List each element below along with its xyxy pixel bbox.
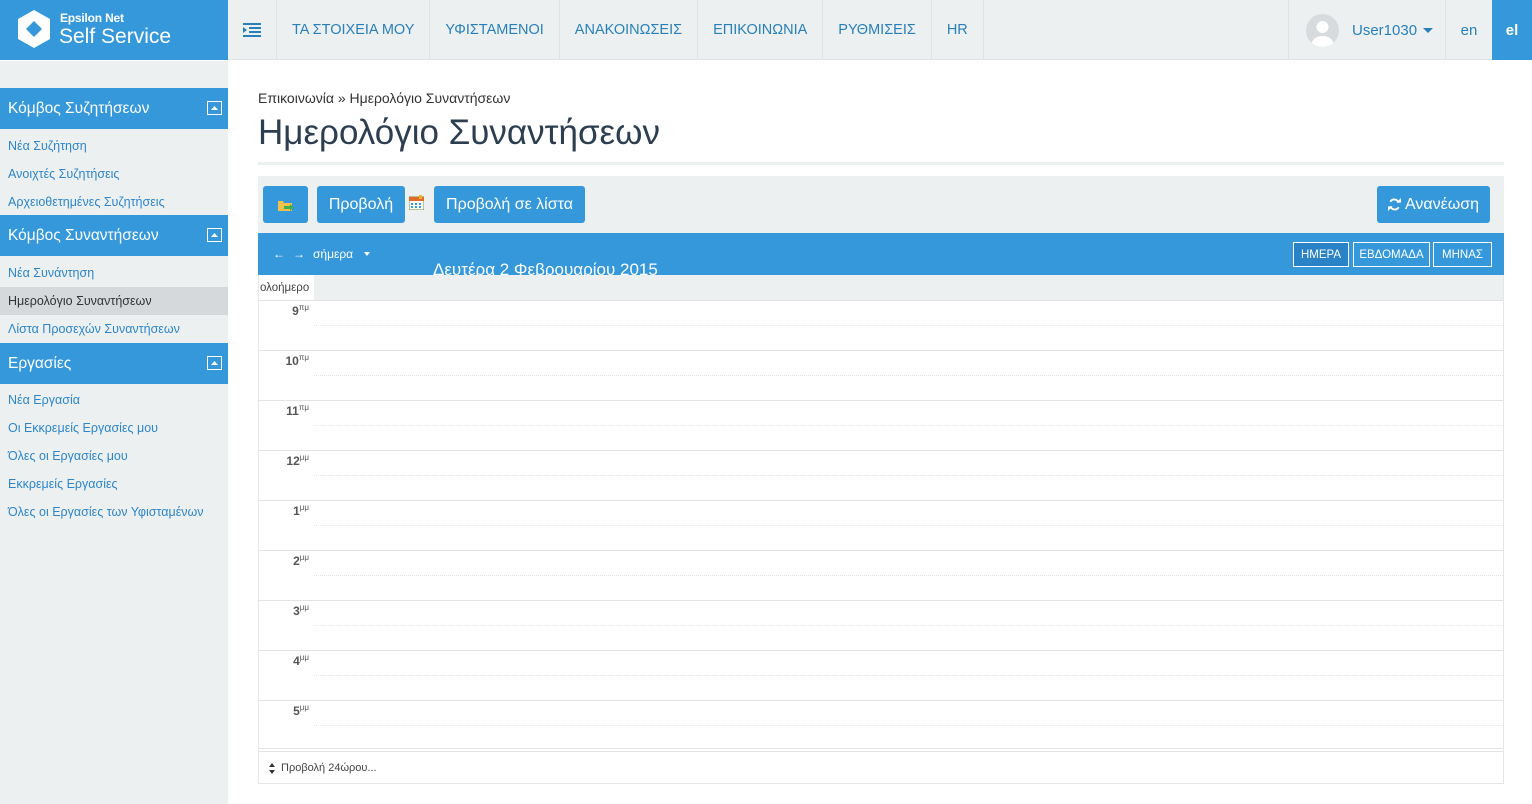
collapse-icon[interactable] xyxy=(207,101,222,115)
hour-label: 5μμ xyxy=(293,703,309,718)
avatar xyxy=(1306,13,1339,47)
language-en-button[interactable]: en xyxy=(1445,0,1492,60)
sidebar-item-new-task[interactable]: Νέα Εργασία xyxy=(0,386,228,414)
calendar-day-grid: ολοήμερο 9πμ 10πμ 11πμ 12μμ 1μμ 2μμ 3μμ … xyxy=(258,275,1504,784)
sidebar-section-title: Κόμβος Συζητήσεων xyxy=(8,99,150,117)
sidebar-item-my-pending-tasks[interactable]: Οι Εκκρεμείς Εργασίες μου xyxy=(0,414,228,442)
sidebar-item-meeting-calendar[interactable]: Ημερολόγιο Συναντήσεων xyxy=(0,287,228,315)
view-month-button[interactable]: ΜΗΝΑΣ xyxy=(1433,242,1492,267)
sidebar-item-open-discussions[interactable]: Ανοιχτές Συζητήσεις xyxy=(0,160,228,188)
calendar-icon[interactable] xyxy=(409,195,424,210)
sidebar-section-tasks[interactable]: Εργασίες xyxy=(0,343,228,384)
refresh-button[interactable]: Ανανέωση xyxy=(1377,186,1490,223)
next-arrow-icon[interactable]: → xyxy=(293,247,305,261)
hour-slot[interactable]: 12μμ xyxy=(259,450,1503,500)
user-silhouette-icon xyxy=(1311,20,1334,47)
list-view-button[interactable]: Προβολή σε λίστα xyxy=(434,186,585,223)
collapse-icon[interactable] xyxy=(207,228,222,242)
calendar-toolbar: Προβολή Προβολή σε λίστα Ανανέωση xyxy=(258,176,1504,233)
sort-arrows-icon xyxy=(269,762,275,774)
view-day-button[interactable]: ΗΜΕΡΑ xyxy=(1293,242,1349,267)
grid-bottom-border xyxy=(259,751,1503,752)
hour-label: 12μμ xyxy=(286,453,309,468)
sidebar: Κόμβος Συζητήσεων Νέα Συζήτηση Ανοιχτές … xyxy=(0,61,228,804)
sidebar-section-title: Εργασίες xyxy=(8,354,72,372)
prev-arrow-icon[interactable]: ← xyxy=(273,247,285,261)
nav-my-details[interactable]: ΤΑ ΣΤΟΙΧΕΙΑ ΜΟΥ xyxy=(276,0,429,60)
hour-label: 11πμ xyxy=(286,403,309,418)
nav-subordinates[interactable]: ΥΦΙΣΤΑΜΕΝΟΙ xyxy=(429,0,558,60)
user-menu[interactable]: User1030 xyxy=(1288,0,1445,60)
view-24h-toggle[interactable]: Προβολή 24ώρου... xyxy=(269,762,377,774)
refresh-icon xyxy=(1387,198,1401,211)
refresh-label: Ανανέωση xyxy=(1404,195,1480,213)
view-button[interactable]: Προβολή xyxy=(317,186,405,223)
page-title: Ημερολόγιο Συναντήσεων xyxy=(258,113,660,152)
sidebar-item-pending-tasks[interactable]: Εκκρεμείς Εργασίες xyxy=(0,470,228,498)
hour-slot[interactable]: 9πμ xyxy=(259,300,1503,350)
hour-slot[interactable]: 3μμ xyxy=(259,600,1503,650)
sidebar-item-upcoming-meetings[interactable]: Λίστα Προσεχών Συναντήσεων xyxy=(0,315,228,343)
chevron-down-icon xyxy=(1423,27,1434,33)
sidebar-item-new-meeting[interactable]: Νέα Συνάντηση xyxy=(0,259,228,287)
grid-bottom-border xyxy=(259,748,1503,749)
export-button[interactable] xyxy=(263,186,308,223)
today-button[interactable]: σήμερα xyxy=(313,247,353,261)
today-dropdown-icon[interactable] xyxy=(364,252,370,256)
brand-logo-area[interactable]: Epsilon Net Self Service xyxy=(0,0,228,60)
sidebar-item-subordinates-tasks[interactable]: Όλες οι Εργασίες των Υφισταμένων xyxy=(0,498,228,526)
epsilon-logo-icon xyxy=(18,10,50,48)
title-divider xyxy=(258,162,1504,165)
sidebar-section-discussions[interactable]: Κόμβος Συζητήσεων xyxy=(0,88,228,129)
calendar-header: ← → σήμερα Δευτέρα 2 Φεβρουαρίου 2015 ΗΜ… xyxy=(258,233,1504,279)
menu-toggle-button[interactable] xyxy=(228,0,276,60)
nav-communication[interactable]: ΕΠΙΚΟΙΝΩΝΙΑ xyxy=(697,0,822,60)
hour-slot[interactable]: 2μμ xyxy=(259,550,1503,600)
hour-label: 2μμ xyxy=(293,553,309,568)
hour-slot[interactable]: 11πμ xyxy=(259,400,1503,450)
nav-settings[interactable]: ΡΥΘΜΙΣΕΙΣ xyxy=(822,0,931,60)
hour-slot[interactable]: 4μμ xyxy=(259,650,1503,700)
hour-slot[interactable]: 5μμ xyxy=(259,700,1503,750)
allday-label: ολοήμερο xyxy=(259,275,314,300)
language-el-button[interactable]: el xyxy=(1492,0,1532,60)
hour-label: 4μμ xyxy=(293,653,309,668)
main-nav: ΤΑ ΣΤΟΙΧΕΙΑ ΜΟΥ ΥΦΙΣΤΑΜΕΝΟΙ ΑΝΑΚΟΙΝΩΣΕΙΣ… xyxy=(276,0,984,60)
sidebar-item-archived-discussions[interactable]: Αρχειοθετημένες Συζητήσεις xyxy=(0,188,228,216)
nav-announcements[interactable]: ΑΝΑΚΟΙΝΩΣΕΙΣ xyxy=(558,0,697,60)
view-week-button[interactable]: ΕΒΔΟΜΑΔΑ xyxy=(1353,242,1430,267)
top-bar: Epsilon Net Self Service ΤΑ ΣΤΟΙΧΕΙΑ ΜΟΥ… xyxy=(0,0,1532,60)
sidebar-section-title: Κόμβος Συναντήσεων xyxy=(8,226,159,244)
folder-export-icon xyxy=(277,200,294,211)
indent-menu-icon xyxy=(243,23,261,37)
sidebar-section-meetings[interactable]: Κόμβος Συναντήσεων xyxy=(0,215,228,256)
hour-label: 10πμ xyxy=(285,353,310,368)
hour-slot[interactable]: 1μμ xyxy=(259,500,1503,550)
sidebar-item-all-my-tasks[interactable]: Όλες οι Εργασίες μου xyxy=(0,442,228,470)
brand-company: Epsilon Net xyxy=(60,11,124,25)
hour-label: 1μμ xyxy=(293,503,309,518)
collapse-icon[interactable] xyxy=(207,356,222,370)
sidebar-item-new-discussion[interactable]: Νέα Συζήτηση xyxy=(0,132,228,160)
breadcrumb: Επικοινωνία » Ημερολόγιο Συναντήσεων xyxy=(258,90,511,106)
brand-product: Self Service xyxy=(59,25,172,48)
hour-slot[interactable]: 10πμ xyxy=(259,350,1503,400)
allday-row[interactable]: ολοήμερο xyxy=(259,275,1503,300)
hour-label: 9πμ xyxy=(292,303,309,318)
view-24h-label: Προβολή 24ώρου... xyxy=(281,762,377,774)
nav-hr[interactable]: HR xyxy=(930,0,984,60)
user-name: User1030 xyxy=(1352,21,1418,39)
hour-label: 3μμ xyxy=(293,603,309,618)
